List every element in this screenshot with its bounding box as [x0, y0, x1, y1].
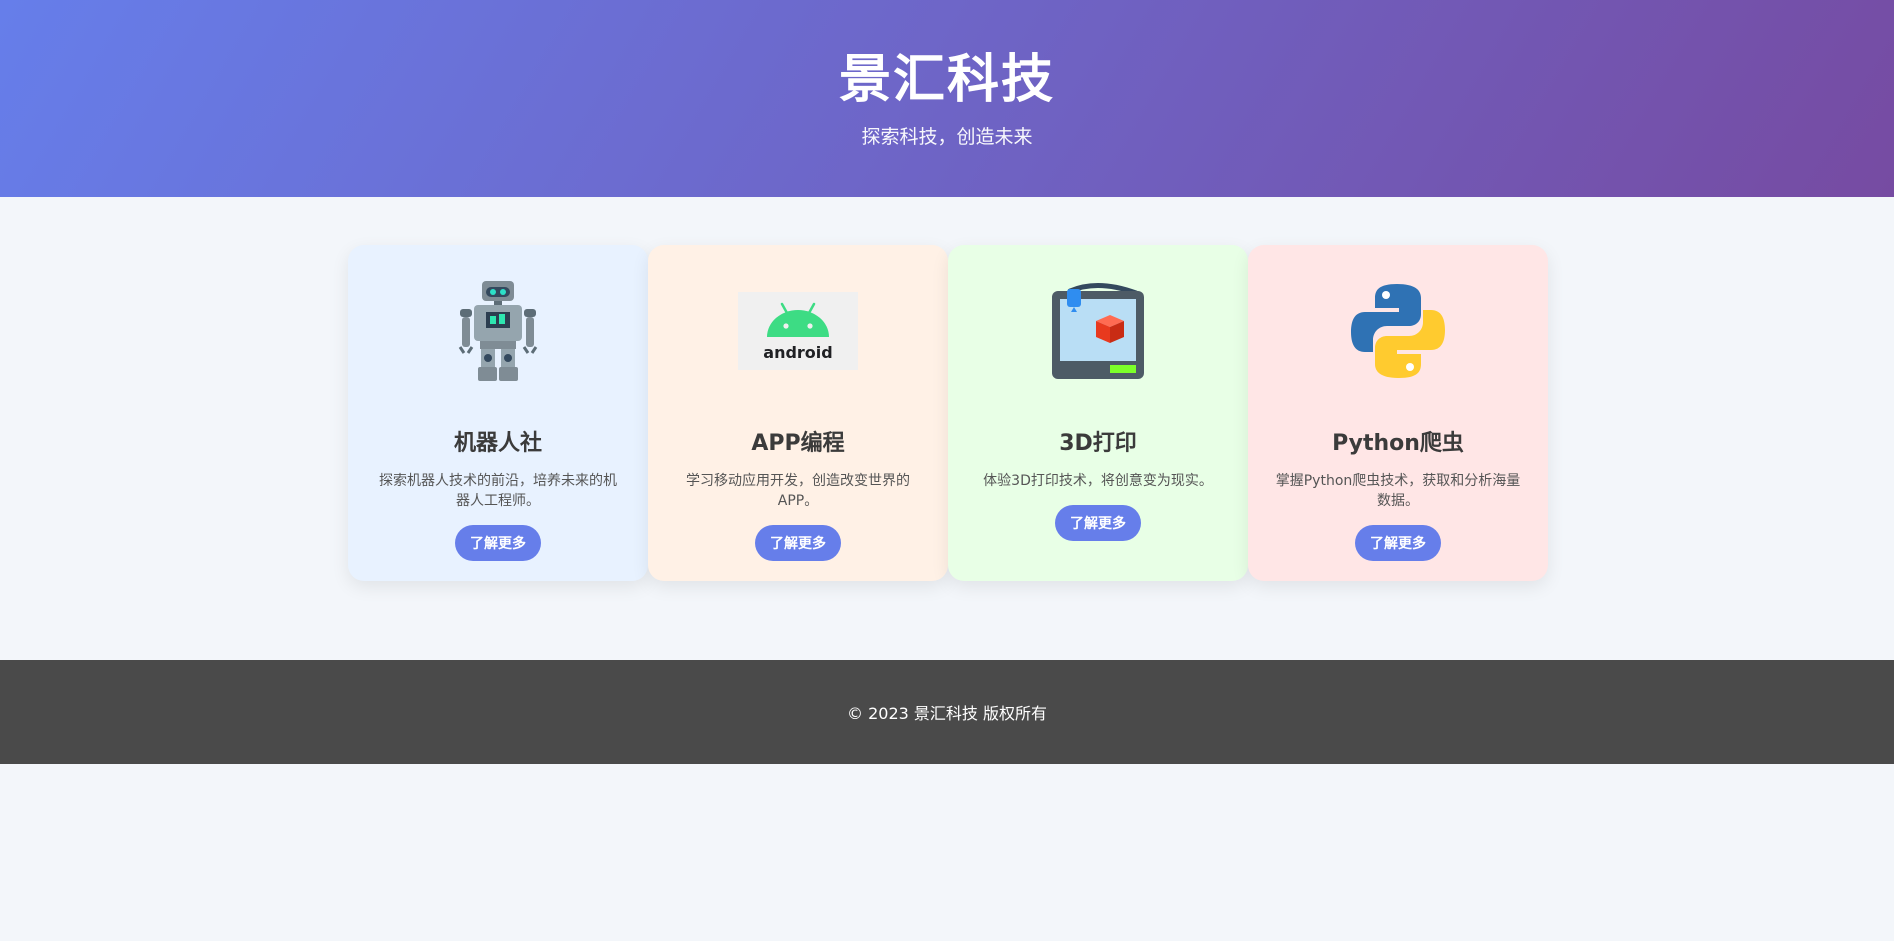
site-footer: © 2023 景汇科技 版权所有 — [0, 660, 1894, 764]
card-3d-printing: 3D打印 体验3D打印技术，将创意变为现实。 了解更多 — [948, 245, 1248, 581]
android-logo-text: android — [763, 343, 832, 362]
card-description: 学习移动应用开发，创造改变世界的APP。 — [686, 473, 910, 509]
learn-more-button[interactable]: 了解更多 — [455, 525, 541, 561]
card-description: 掌握Python爬虫技术，获取和分析海量数据。 — [1275, 473, 1521, 509]
robot-icon — [458, 281, 538, 381]
site-header: 景汇科技 探索科技，创造未来 — [0, 0, 1894, 197]
card-grid: 机器人社 探索机器人技术的前沿，培养未来的机器人工程师。 了解更多 androi… — [348, 245, 1548, 581]
learn-more-button[interactable]: 了解更多 — [1355, 525, 1441, 561]
card-title: 机器人社 — [453, 431, 542, 456]
card-image — [974, 275, 1222, 387]
site-subtitle: 探索科技，创造未来 — [861, 126, 1033, 148]
card-title: APP编程 — [751, 431, 845, 456]
android-logo-icon: android — [738, 292, 858, 370]
card-robotics: 机器人社 探索机器人技术的前沿，培养未来的机器人工程师。 了解更多 — [348, 245, 648, 581]
card-image — [374, 275, 622, 387]
learn-more-button[interactable]: 了解更多 — [1055, 505, 1141, 541]
3d-printer-icon — [1052, 282, 1144, 379]
card-title: 3D打印 — [1059, 431, 1137, 456]
copyright-text: © 2023 景汇科技 版权所有 — [847, 704, 1047, 723]
card-app-programming: android APP编程 学习移动应用开发，创造改变世界的APP。 了解更多 — [648, 245, 948, 581]
main-content: 机器人社 探索机器人技术的前沿，培养未来的机器人工程师。 了解更多 androi… — [0, 197, 1894, 660]
card-title: Python爬虫 — [1332, 431, 1464, 456]
card-description: 探索机器人技术的前沿，培养未来的机器人工程师。 — [379, 473, 617, 509]
learn-more-button[interactable]: 了解更多 — [755, 525, 841, 561]
python-logo-icon — [1351, 284, 1445, 378]
card-image: android — [674, 275, 922, 387]
card-description: 体验3D打印技术，将创意变为现实。 — [983, 473, 1213, 489]
card-python-crawler: Python爬虫 掌握Python爬虫技术，获取和分析海量数据。 了解更多 — [1248, 245, 1548, 581]
site-title: 景汇科技 — [838, 50, 1055, 110]
card-image — [1274, 275, 1522, 387]
